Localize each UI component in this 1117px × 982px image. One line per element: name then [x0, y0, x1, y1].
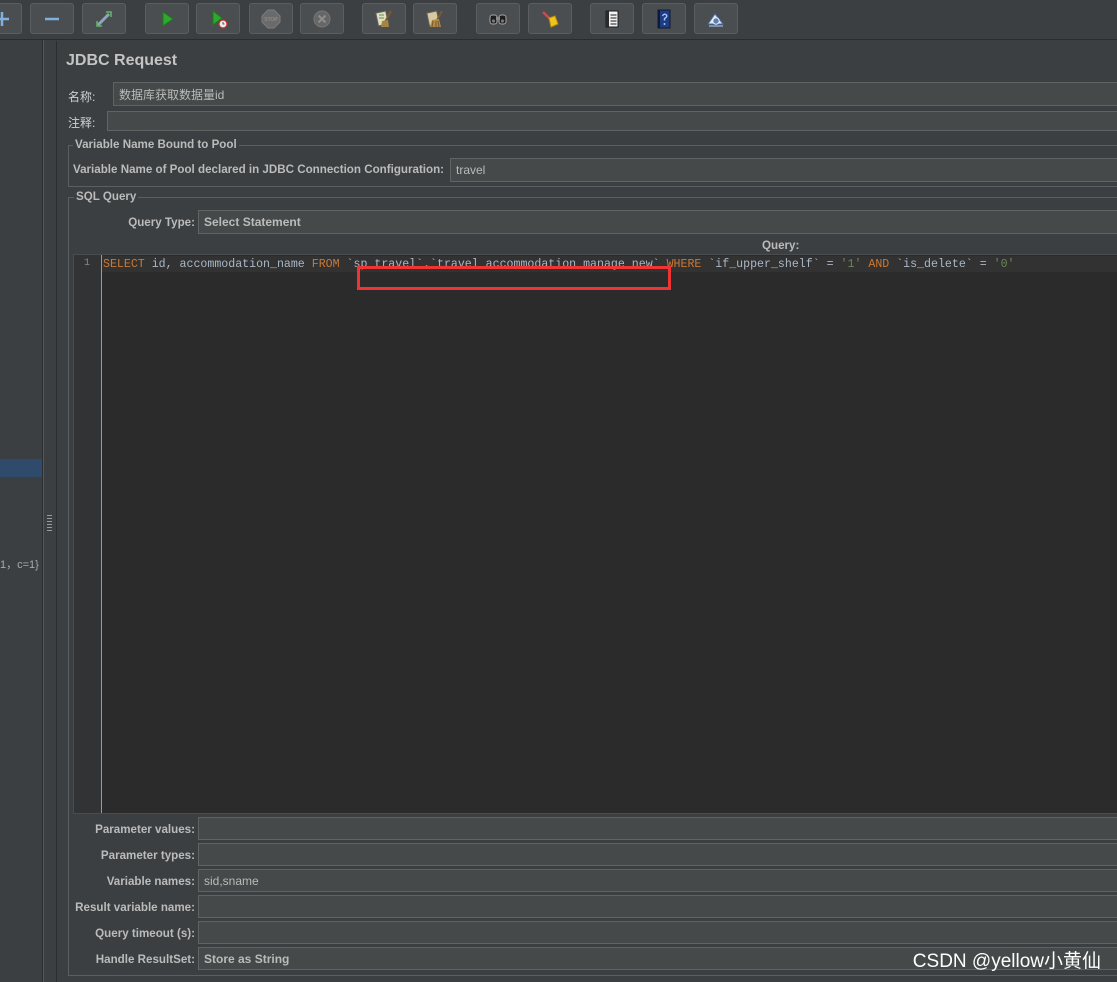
query-timeout-input[interactable] [198, 921, 1117, 944]
comments-label: 注释: [68, 116, 96, 130]
stop-icon: STOP [261, 9, 281, 29]
highlight-annotation-box [357, 266, 671, 290]
parameter-values-input[interactable] [198, 817, 1117, 840]
page-title: JDBC Request [66, 52, 178, 69]
sql-query-editor[interactable]: 1 SELECT id, accommodation_name FROM `sp… [73, 254, 1117, 814]
comments-input[interactable] [107, 111, 1117, 131]
handle-resultset-label: Handle ResultSet: [95, 953, 195, 966]
toggle-button[interactable] [82, 3, 126, 34]
remote-icon [706, 9, 726, 29]
query-type-select[interactable]: Select Statement [198, 210, 1117, 234]
sql-keyword: WHERE [666, 257, 702, 271]
sql-keyword: AND [868, 257, 890, 271]
result-variable-name-label: Result variable name: [75, 901, 195, 914]
svg-text:STOP: STOP [264, 17, 278, 23]
search-button[interactable] [476, 3, 520, 34]
sql-query-legend: SQL Query [74, 190, 139, 203]
search-icon [488, 9, 508, 29]
tree-selected-item[interactable] [0, 459, 42, 477]
reset-search-button[interactable] [528, 3, 572, 34]
watermark: CSDN @yellow小黄仙 [912, 951, 1101, 972]
start-button[interactable] [145, 3, 189, 34]
handle-resultset-value: Store as String [204, 951, 290, 966]
sql-text: `if_upper_shelf` = [701, 257, 841, 271]
query-type-value: Select Statement [204, 215, 301, 229]
clear-button[interactable] [362, 3, 406, 34]
remove-icon [42, 9, 62, 29]
help-icon [654, 9, 674, 29]
remote-button[interactable] [694, 3, 738, 34]
help-button[interactable] [642, 3, 686, 34]
remove-button[interactable] [30, 3, 74, 34]
add-button[interactable] [0, 3, 22, 34]
start-no-pauses-icon [208, 9, 228, 29]
main-toolbar: STOP [0, 0, 1117, 40]
clear-all-icon [425, 9, 445, 29]
name-input[interactable] [113, 82, 1117, 106]
clear-icon [374, 9, 394, 29]
shutdown-button[interactable] [300, 3, 344, 34]
sql-text: `is_delete` = [889, 257, 994, 271]
pool-name-input[interactable] [450, 158, 1117, 182]
jdbc-request-panel: JDBC Request 名称: 注释: Variable Name Bound… [56, 41, 1117, 982]
start-no-pauses-button[interactable] [196, 3, 240, 34]
pool-name-label: Variable Name of Pool declared in JDBC C… [73, 163, 445, 176]
clear-all-button[interactable] [413, 3, 457, 34]
toggle-icon [94, 9, 114, 29]
sql-string: '1' [840, 257, 862, 271]
query-timeout-label: Query timeout (s): [95, 927, 195, 940]
sql-keyword: FROM [311, 257, 340, 271]
reset-search-icon [540, 9, 560, 29]
test-plan-tree[interactable]: 1，c=1} [0, 40, 43, 982]
tree-item-text: 1，c=1} [0, 559, 39, 571]
splitter-handle[interactable] [43, 40, 55, 982]
variable-names-input[interactable] [198, 869, 1117, 892]
result-variable-name-input[interactable] [198, 895, 1117, 918]
stop-button[interactable]: STOP [249, 3, 293, 34]
sql-string: '0' [993, 257, 1015, 271]
sql-keyword: SELECT [103, 257, 145, 271]
variable-names-label: Variable names: [106, 875, 195, 888]
name-label: 名称: [68, 90, 96, 104]
splitter-grip-icon [47, 515, 52, 531]
function-helper-icon [602, 9, 622, 29]
start-icon [157, 9, 177, 29]
query-type-label: Query Type: [128, 216, 195, 229]
shutdown-icon [312, 9, 332, 29]
parameter-values-label: Parameter values: [95, 823, 195, 836]
line-number: 1 [84, 258, 91, 269]
parameter-types-input[interactable] [198, 843, 1117, 866]
parameter-types-label: Parameter types: [100, 849, 195, 862]
sql-text: id, accommodation_name [144, 257, 312, 271]
function-helper-button[interactable] [590, 3, 634, 34]
add-icon [0, 12, 9, 26]
line-number-gutter: 1 [74, 255, 102, 813]
pool-fieldset-legend: Variable Name Bound to Pool [73, 138, 239, 151]
query-label: Query: [762, 239, 800, 252]
